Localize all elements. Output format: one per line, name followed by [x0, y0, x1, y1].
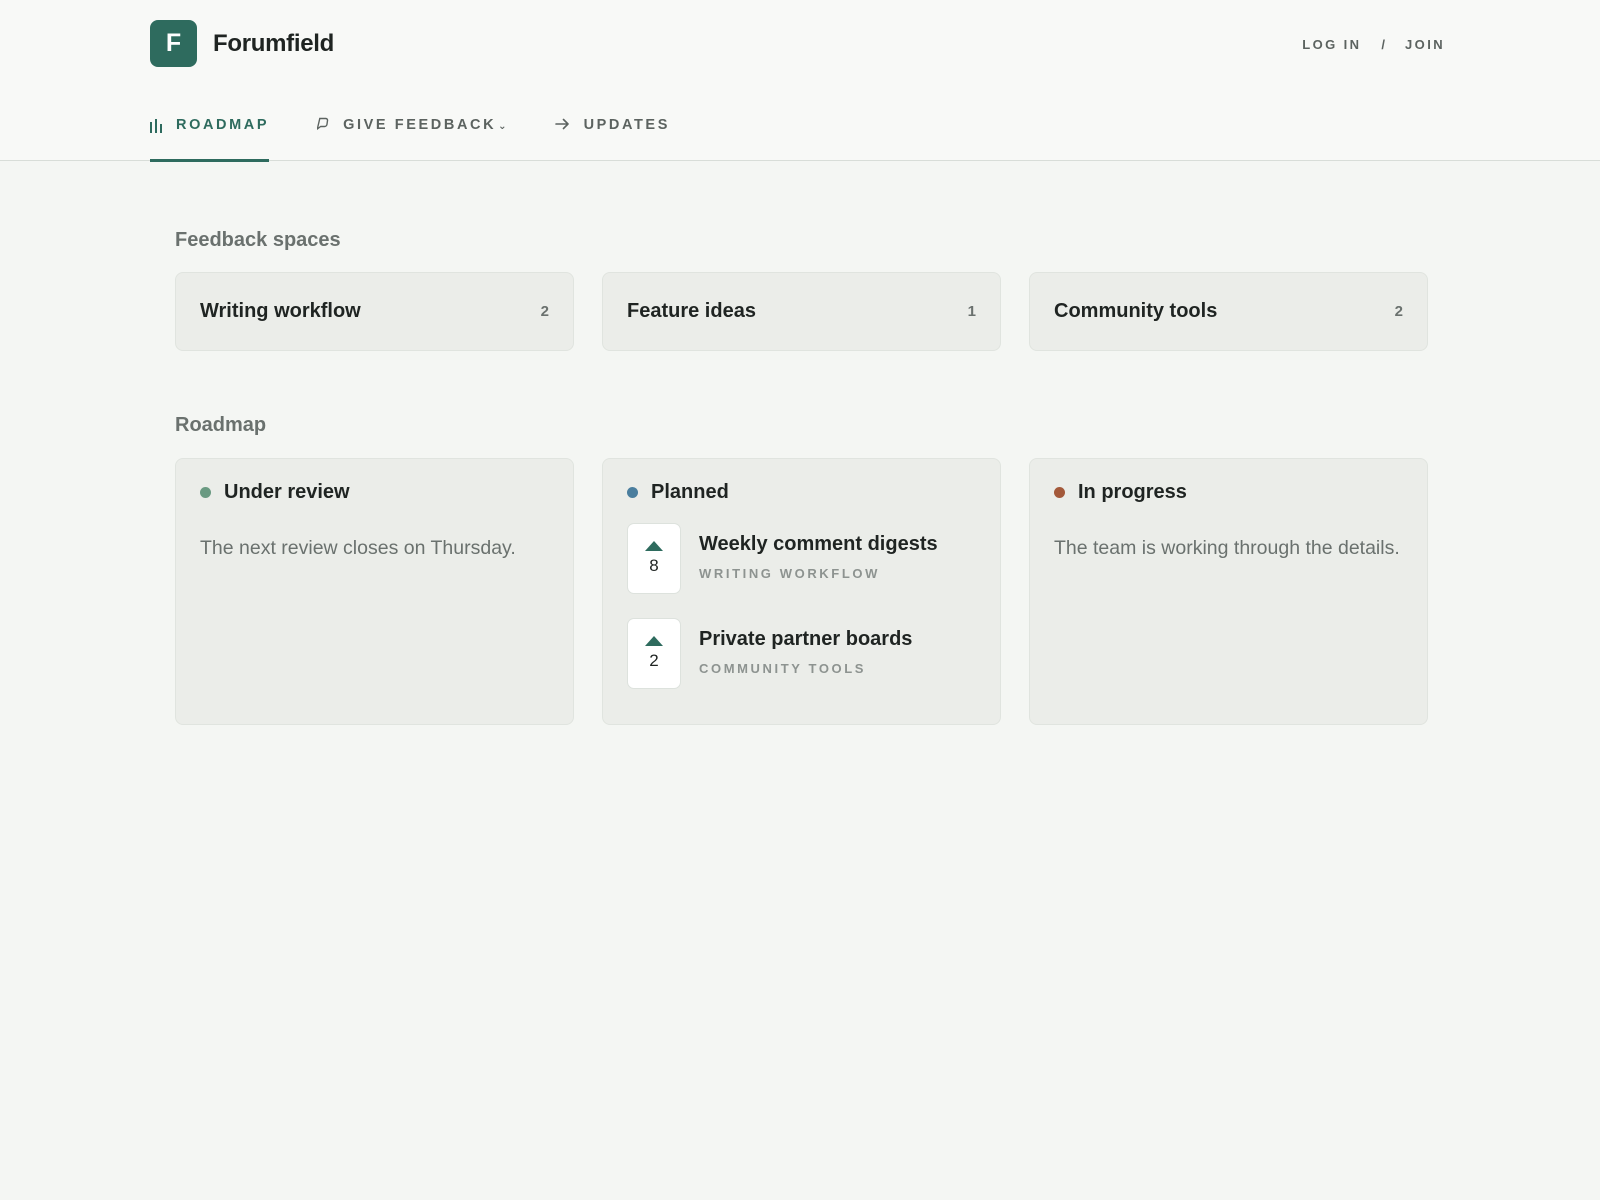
roadmap-board: Under review The next review closes on T…	[175, 458, 1428, 725]
space-card-feature-ideas[interactable]: Feature ideas 1	[602, 272, 1001, 351]
join-link[interactable]: JOIN	[1405, 37, 1445, 52]
column-items: 8 Weekly comment digests WRITING WORKFLO…	[627, 523, 976, 689]
tab-updates-label: UPDATES	[583, 117, 670, 133]
feedback-spaces-list: Writing workflow 2 Feature ideas 1 Commu…	[175, 272, 1428, 351]
space-card-community-tools[interactable]: Community tools 2	[1029, 272, 1428, 351]
tab-roadmap-label: ROADMAP	[176, 117, 270, 133]
list-item: 2 Private partner boards COMMUNITY TOOLS	[627, 618, 976, 689]
column-title: Planned	[651, 481, 729, 503]
column-in-progress: In progress The team is working through …	[1029, 458, 1428, 725]
space-card-writing-workflow[interactable]: Writing workflow 2	[175, 272, 574, 351]
tab-updates[interactable]: UPDATES	[554, 100, 670, 161]
logo-mark: F	[150, 20, 197, 67]
space-count: 2	[540, 303, 549, 320]
space-name: Writing workflow	[200, 300, 361, 322]
chevron-down-icon: ⌄	[498, 121, 507, 132]
upvote-arrow-icon	[645, 636, 663, 646]
item-body: Weekly comment digests WRITING WORKFLOW	[699, 523, 938, 581]
upvote-button[interactable]: 8	[627, 523, 681, 594]
bar-chart-icon	[150, 119, 162, 133]
column-header: In progress	[1054, 481, 1403, 504]
tab-give-feedback-label: GIVE FEEDBACK	[343, 117, 497, 133]
auth-links: LOG IN / JOIN	[1302, 37, 1445, 52]
login-link[interactable]: LOG IN	[1302, 37, 1361, 52]
tab-give-feedback[interactable]: GIVE FEEDBACK ⌄	[316, 100, 507, 161]
item-title[interactable]: Weekly comment digests	[699, 533, 938, 556]
status-dot	[200, 487, 211, 498]
feedback-spaces-heading: Feedback spaces	[175, 229, 341, 251]
auth-separator: /	[1381, 37, 1386, 52]
arrow-right-icon	[554, 117, 570, 134]
main-nav: ROADMAP GIVE FEEDBACK ⌄ UPDATES	[150, 100, 718, 162]
upvote-button[interactable]: 2	[627, 618, 681, 689]
column-title: Under review	[224, 481, 350, 503]
column-description: The team is working through the details.	[1054, 537, 1400, 559]
brand-name: Forumfield	[213, 29, 334, 57]
item-title[interactable]: Private partner boards	[699, 628, 912, 651]
vote-count: 2	[649, 651, 659, 670]
status-dot	[1054, 487, 1065, 498]
column-title: In progress	[1078, 481, 1187, 503]
column-planned: Planned 8 Weekly comment digests WRITING…	[602, 458, 1001, 725]
column-description: The next review closes on Thursday.	[200, 537, 516, 559]
space-count: 1	[967, 303, 976, 320]
brand[interactable]: F Forumfield	[150, 20, 334, 67]
roadmap-heading: Roadmap	[175, 414, 267, 436]
space-name: Feature ideas	[627, 300, 756, 322]
item-space: COMMUNITY TOOLS	[699, 661, 867, 676]
item-space: WRITING WORKFLOW	[699, 566, 880, 581]
space-count: 2	[1394, 303, 1403, 320]
speech-bubble-icon	[316, 117, 329, 134]
site-header: F Forumfield LOG IN / JOIN ROADMAP GIVE …	[0, 0, 1600, 162]
upvote-arrow-icon	[645, 541, 663, 551]
tab-roadmap[interactable]: ROADMAP	[150, 100, 270, 162]
item-body: Private partner boards COMMUNITY TOOLS	[699, 618, 912, 676]
column-header: Under review	[200, 481, 549, 504]
space-name: Community tools	[1054, 300, 1218, 322]
column-under-review: Under review The next review closes on T…	[175, 458, 574, 725]
status-dot	[627, 487, 638, 498]
vote-count: 8	[649, 556, 659, 575]
column-header: Planned	[627, 481, 976, 504]
list-item: 8 Weekly comment digests WRITING WORKFLO…	[627, 523, 976, 594]
